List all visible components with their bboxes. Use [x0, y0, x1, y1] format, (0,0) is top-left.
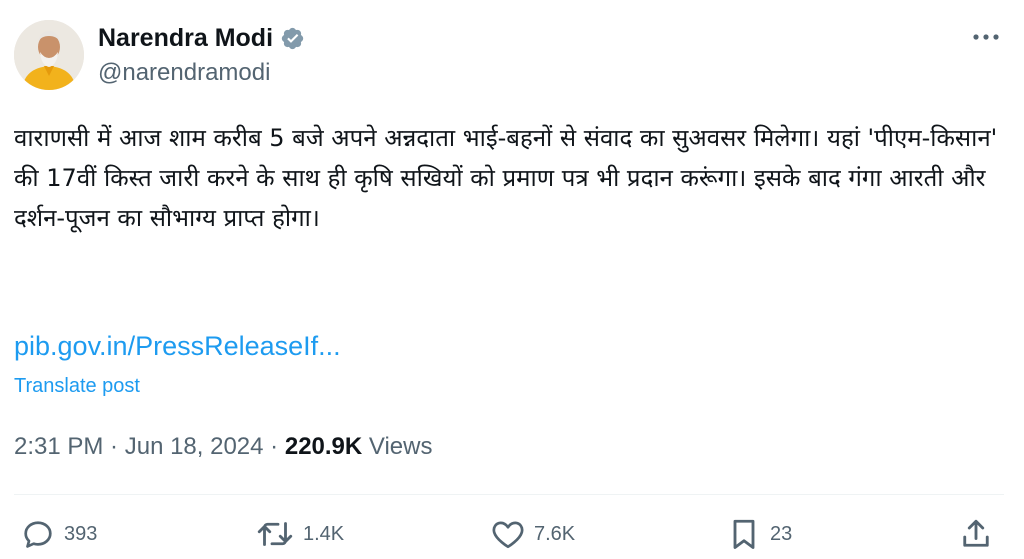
views-count: 220.9K: [284, 433, 363, 460]
like-button[interactable]: 7.6K: [490, 514, 575, 554]
profile-photo-icon: [14, 20, 84, 90]
more-horizontal-icon: [973, 34, 999, 40]
translate-post-link[interactable]: Translate post: [14, 372, 140, 400]
avatar[interactable]: [14, 20, 84, 90]
author-name-row[interactable]: Narendra Modi: [98, 22, 305, 54]
repost-button[interactable]: 1.4K: [255, 514, 344, 554]
share-icon: [963, 519, 989, 547]
like-count: 7.6K: [534, 522, 576, 545]
reply-button[interactable]: 393: [20, 514, 97, 554]
bookmark-count: 23: [770, 522, 793, 545]
tweet-meta: 2:31 PM · Jun 18, 2024 · 220.9K Views: [14, 430, 433, 464]
share-button[interactable]: [958, 514, 994, 554]
bookmark-icon: [733, 519, 755, 549]
tweet-text: वाराणसी में आज शाम करीब 5 बजे अपने अन्नद…: [14, 124, 998, 232]
divider: [14, 494, 1004, 495]
meta-separator: ·: [263, 433, 285, 460]
tweet-date[interactable]: Jun 18, 2024: [125, 433, 264, 460]
reply-count: 393: [64, 522, 98, 545]
heart-icon: [492, 521, 524, 549]
verified-badge-icon: [281, 27, 304, 49]
author-handle[interactable]: @narendramodi: [98, 58, 270, 88]
repost-icon: [257, 522, 293, 546]
tweet-time[interactable]: 2:31 PM: [14, 433, 103, 460]
bookmark-button[interactable]: 23: [726, 514, 792, 554]
reply-icon: [24, 521, 52, 548]
more-button[interactable]: [968, 24, 1004, 50]
views-label: Views: [362, 433, 433, 460]
meta-separator: ·: [103, 433, 125, 460]
repost-count: 1.4K: [303, 522, 345, 545]
tweet-link[interactable]: pib.gov.in/PressReleaseIf...: [14, 328, 341, 364]
author-display-name[interactable]: Narendra Modi: [98, 22, 273, 54]
